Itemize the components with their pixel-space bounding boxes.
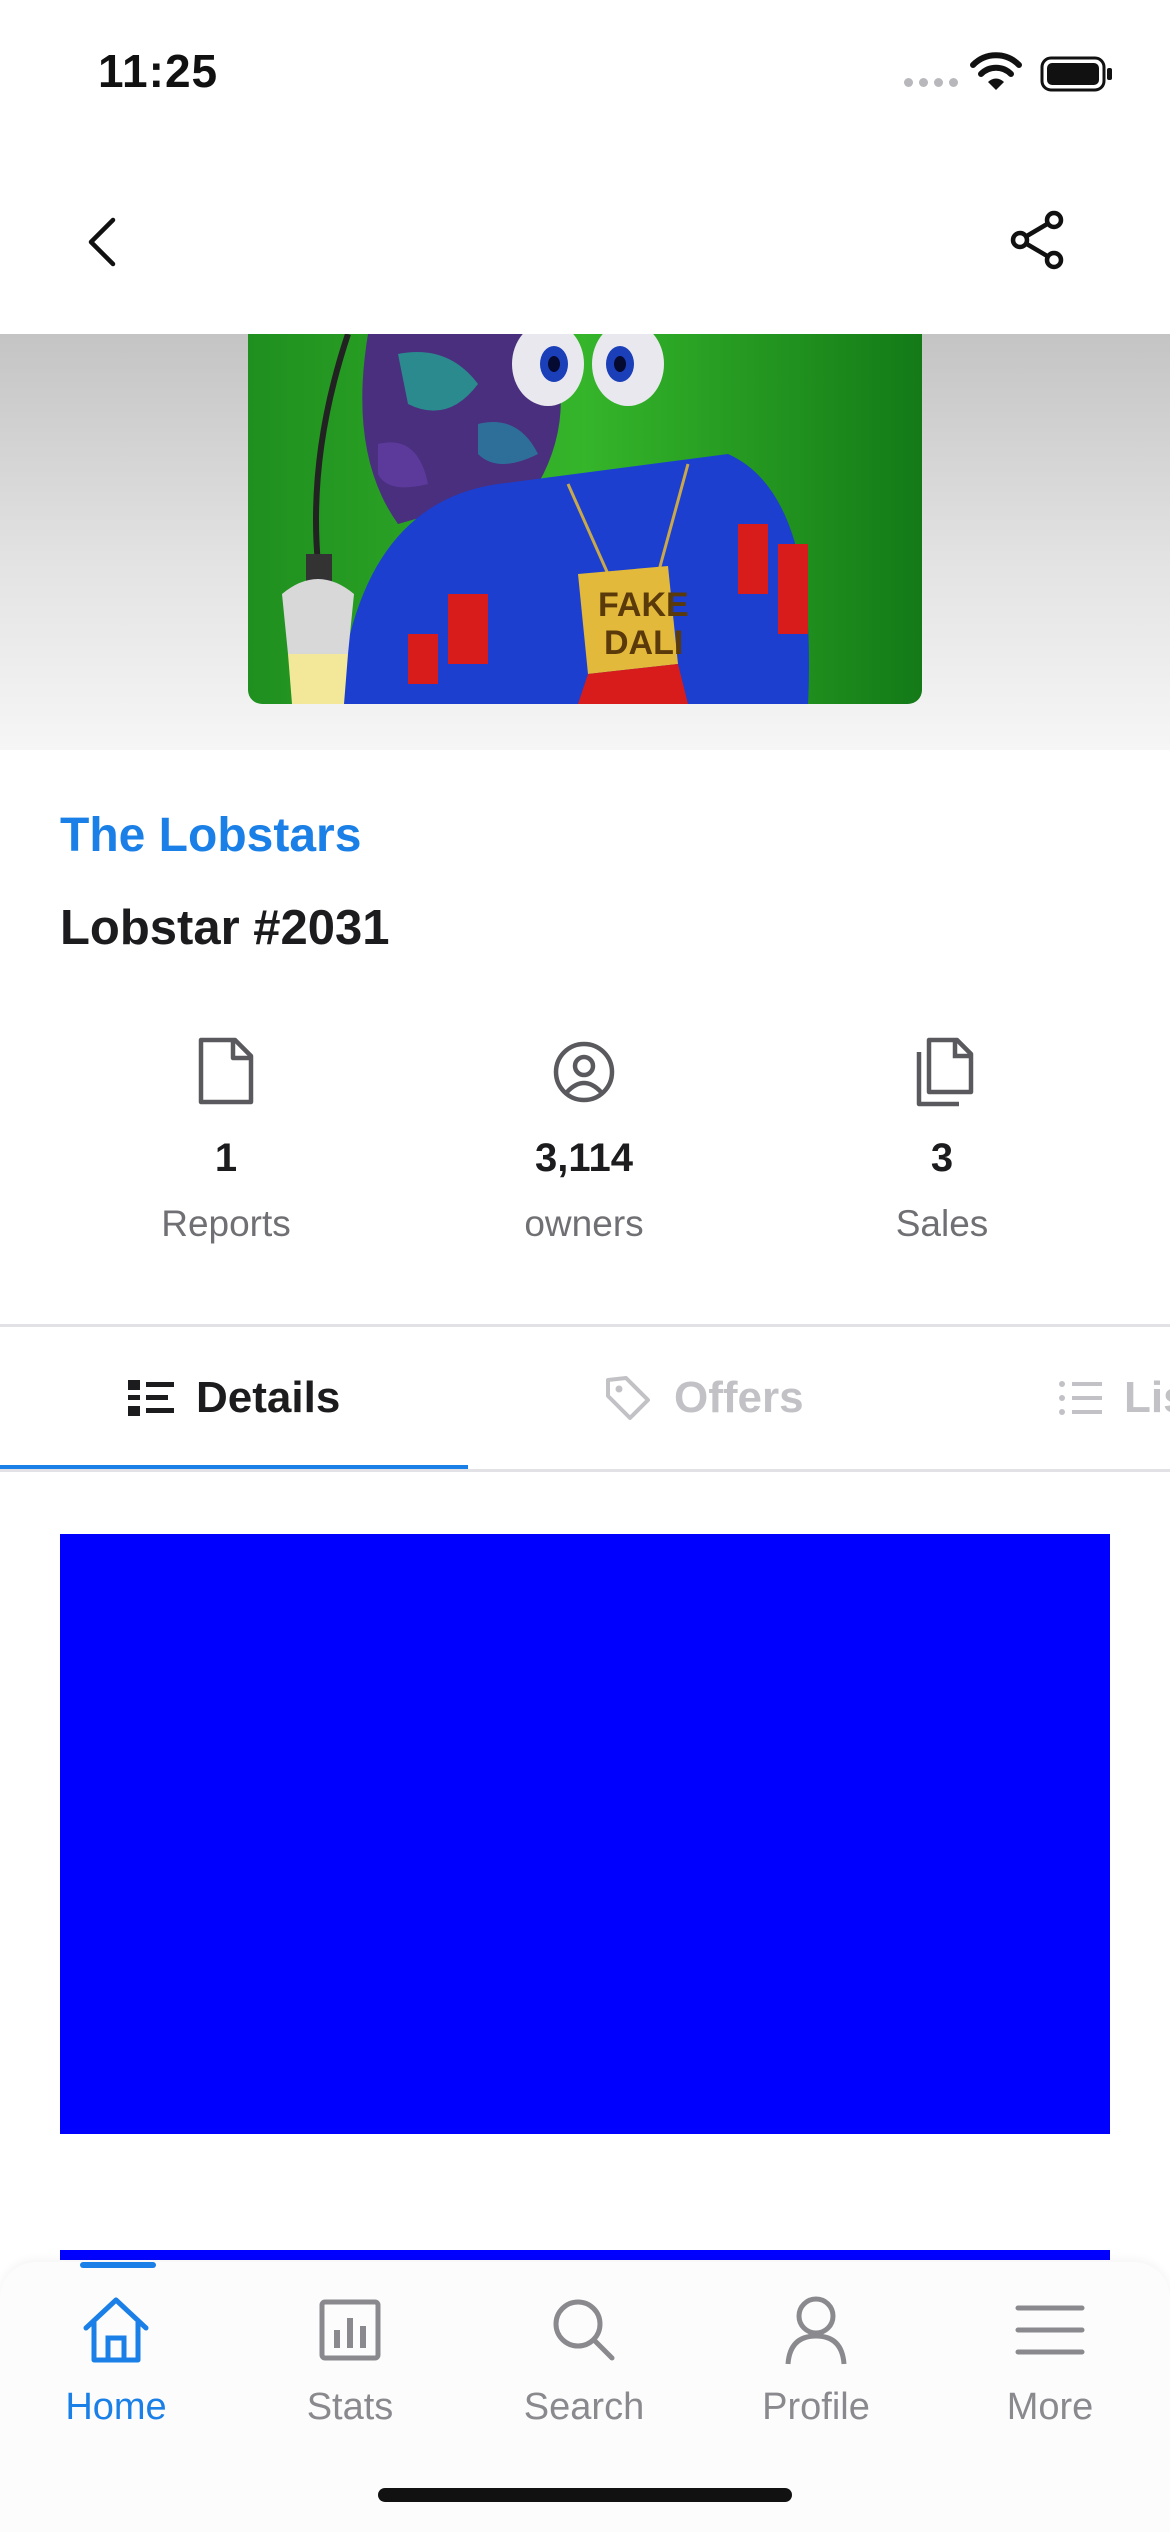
tab-bar-profile[interactable]: Profile xyxy=(716,2292,916,2429)
copies-icon xyxy=(916,1037,974,1107)
status-bar: 11:25 xyxy=(0,0,1170,150)
item-title: Lobstar #2031 xyxy=(60,901,390,955)
tab-bar-label: Stats xyxy=(306,2386,394,2428)
status-time: 11:25 xyxy=(98,45,219,97)
active-tab-underline xyxy=(0,1465,468,1469)
stat-label: Reports xyxy=(161,1203,291,1244)
tab-bar-label: Search xyxy=(523,2386,645,2428)
stat-label: owners xyxy=(524,1203,644,1244)
menu-icon xyxy=(1015,2305,1085,2355)
tab-bar-more[interactable]: More xyxy=(950,2292,1150,2429)
stat-label: Sales xyxy=(895,1203,989,1244)
svg-text:DALI: DALI xyxy=(604,624,683,662)
wifi-icon xyxy=(970,52,1022,90)
tab-offers[interactable]: Offers xyxy=(604,1327,804,1469)
details-content-block xyxy=(60,1534,1110,2134)
tab-bar-home[interactable]: Home xyxy=(16,2292,216,2429)
tag-icon xyxy=(606,1376,650,1420)
document-icon xyxy=(198,1037,254,1105)
tab-bar-search[interactable]: Search xyxy=(484,2292,684,2429)
tab-bar-label: Home xyxy=(65,2386,167,2428)
home-indicator xyxy=(378,2488,792,2502)
nav-bar xyxy=(0,150,1170,334)
tab-bar-active-indicator xyxy=(80,2262,156,2268)
tab-bar-stats[interactable]: Stats xyxy=(250,2292,450,2429)
profile-icon xyxy=(785,2296,847,2365)
search-icon xyxy=(553,2299,615,2361)
stat-value: 1 xyxy=(214,1136,238,1180)
tab-label: Offers xyxy=(674,1373,804,1422)
back-button[interactable] xyxy=(70,204,134,280)
segment-tabs: Details Offers Lis xyxy=(0,1324,1170,1472)
tab-listings[interactable]: Lis xyxy=(1058,1327,1170,1469)
stat-owners: 3,114 owners xyxy=(434,1036,734,1245)
share-button[interactable] xyxy=(1000,202,1076,278)
svg-text:FAKE: FAKE xyxy=(598,586,689,624)
tab-label: Details xyxy=(196,1373,341,1422)
cellular-signal-icon xyxy=(904,78,958,87)
share-icon xyxy=(1010,210,1064,270)
stat-value: 3,114 xyxy=(535,1136,633,1180)
stats-row: 1 Reports 3,114 owners 3 Sales xyxy=(0,1036,1170,1256)
chevron-left-icon xyxy=(88,217,116,267)
stats-icon xyxy=(319,2299,381,2361)
stat-reports: 1 Reports xyxy=(76,1036,376,1245)
user-circle-icon xyxy=(553,1041,615,1103)
hero-banner: FAKE DALI xyxy=(0,334,1170,750)
stat-sales: 3 Sales xyxy=(792,1036,1092,1245)
home-icon xyxy=(83,2297,149,2363)
tab-label: Lis xyxy=(1124,1373,1170,1422)
list-icon xyxy=(1059,1381,1102,1415)
details-content-strip xyxy=(60,2250,1110,2260)
details-list-icon xyxy=(128,1380,174,1416)
nft-image[interactable]: FAKE DALI xyxy=(248,334,922,704)
tab-details[interactable]: Details xyxy=(128,1327,340,1469)
stat-value: 3 xyxy=(930,1136,954,1180)
tab-bar-label: Profile xyxy=(762,2386,870,2428)
collection-link[interactable]: The Lobstars xyxy=(60,808,361,863)
battery-icon xyxy=(1040,56,1112,92)
tab-bar-label: More xyxy=(1006,2386,1094,2428)
